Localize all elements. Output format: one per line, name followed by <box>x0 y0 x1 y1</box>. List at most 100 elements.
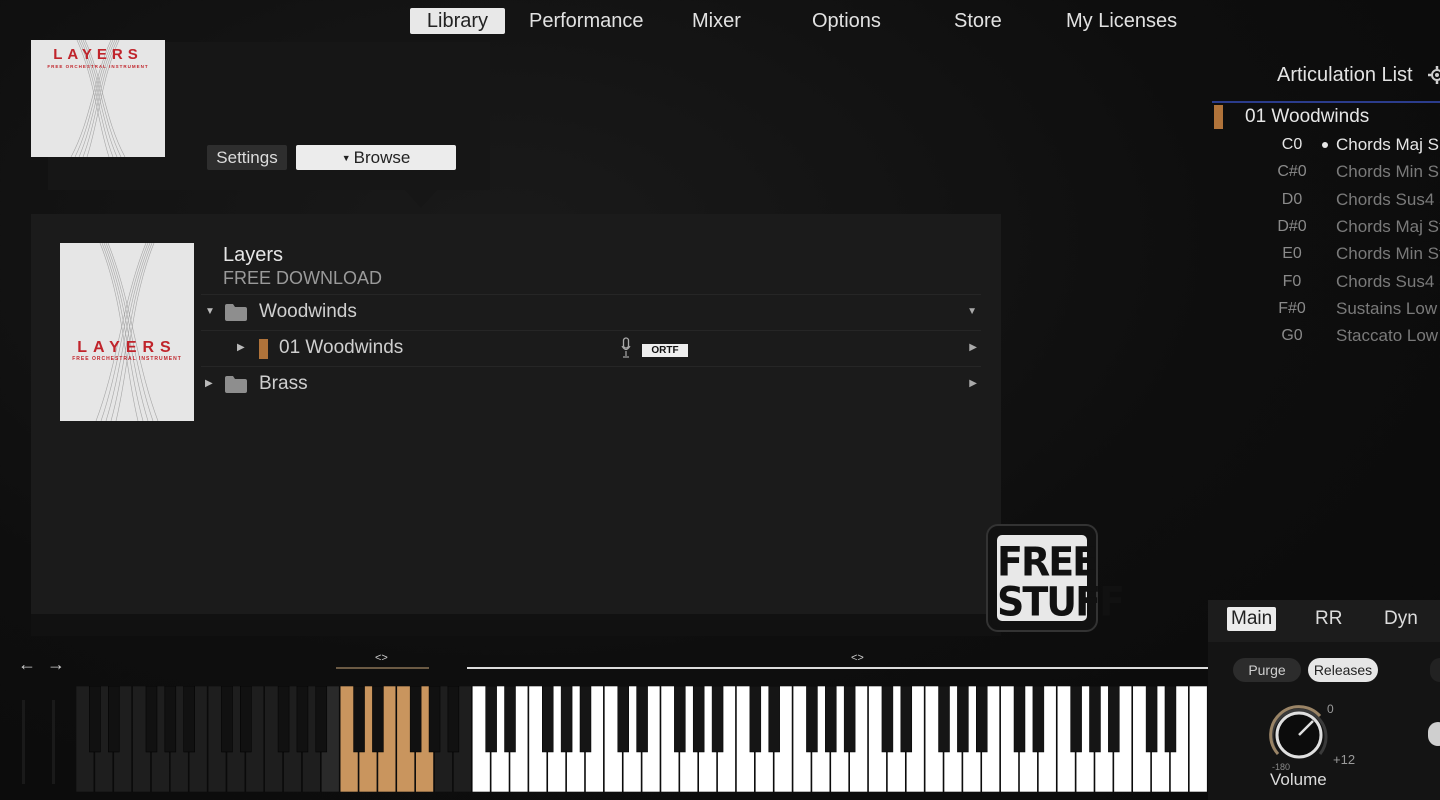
playable-range-bar[interactable] <box>467 667 1209 669</box>
library-cover-thumbnail[interactable]: LAYERS FREE ORCHESTRAL INSTRUMENT <box>31 40 165 157</box>
black-key[interactable] <box>428 686 441 753</box>
tab-store[interactable]: Store <box>940 8 1016 34</box>
instrument-row-01-woodwinds[interactable]: ▶ 01 Woodwinds ORTF ▶ <box>201 330 981 366</box>
microphone-icon[interactable] <box>621 337 631 359</box>
folder-row-brass[interactable]: ▶ Brass ▶ <box>201 366 981 402</box>
black-key[interactable] <box>768 686 780 753</box>
black-key[interactable] <box>579 686 592 753</box>
black-key[interactable] <box>353 686 365 753</box>
keyswitch-range-bar[interactable] <box>336 667 429 669</box>
chevron-right-icon[interactable]: ▶ <box>969 378 977 389</box>
tab-rr[interactable]: RR <box>1311 607 1346 631</box>
instrument-color-swatch <box>1214 105 1223 129</box>
articulation-group-woodwinds[interactable]: 01 Woodwinds <box>1212 104 1440 132</box>
piano-keyboard[interactable] <box>76 686 1208 792</box>
black-key[interactable] <box>976 686 988 753</box>
black-key[interactable] <box>636 686 648 753</box>
settings-button[interactable]: Settings <box>207 145 287 170</box>
articulation-divider <box>1212 101 1440 103</box>
chevron-right-icon[interactable]: ▶ <box>969 342 977 353</box>
arrow-left-icon[interactable]: ← <box>18 654 42 675</box>
black-key[interactable] <box>221 686 233 753</box>
black-key[interactable] <box>542 686 554 753</box>
mod-wheel-slider[interactable] <box>52 700 55 784</box>
tab-dyn[interactable]: Dyn <box>1380 607 1422 631</box>
black-key[interactable] <box>711 686 724 753</box>
black-key[interactable] <box>957 686 969 753</box>
browse-button[interactable]: ▼ Browse <box>296 145 456 170</box>
articulation-item[interactable]: F#0 Sustains Low <box>1270 297 1440 323</box>
black-key[interactable] <box>296 686 309 753</box>
black-key[interactable] <box>1032 686 1045 753</box>
instrument-label: 01 Woodwinds <box>279 337 404 358</box>
expand-caret-icon[interactable]: ▶ <box>205 378 213 389</box>
black-key[interactable] <box>900 686 913 753</box>
side-toggle[interactable] <box>1430 658 1440 682</box>
black-key[interactable] <box>315 686 328 753</box>
tab-my-licenses[interactable]: My Licenses <box>1052 8 1191 34</box>
tab-performance[interactable]: Performance <box>515 8 658 34</box>
black-key[interactable] <box>409 686 422 753</box>
side-toggle[interactable] <box>1428 722 1440 746</box>
library-cover-large[interactable]: LAYERS FREE ORCHESTRAL INSTRUMENT <box>60 243 194 421</box>
black-key[interactable] <box>825 686 837 753</box>
black-key[interactable] <box>277 686 290 753</box>
articulation-item[interactable]: D#0 Chords Maj Sta <box>1270 215 1440 241</box>
black-key[interactable] <box>938 686 950 753</box>
instrument-color-swatch <box>259 339 268 359</box>
articulation-item[interactable]: C#0 Chords Min Sus <box>1270 160 1440 186</box>
black-key[interactable] <box>843 686 856 753</box>
black-key[interactable] <box>145 686 158 753</box>
black-key[interactable] <box>692 686 705 753</box>
expand-caret-icon[interactable]: ▶ <box>237 342 245 353</box>
volume-knob[interactable] <box>1266 702 1332 768</box>
tab-library[interactable]: Library <box>410 8 505 34</box>
keyswitch-range-handle[interactable]: <> <box>375 652 388 664</box>
black-key[interactable] <box>881 686 894 753</box>
black-key[interactable] <box>617 686 629 753</box>
pitch-bend-slider[interactable] <box>22 700 25 784</box>
tab-mixer[interactable]: Mixer <box>678 8 755 34</box>
black-key[interactable] <box>749 686 762 753</box>
black-key[interactable] <box>240 686 252 753</box>
purge-button[interactable]: Purge <box>1233 658 1301 682</box>
folder-row-woodwinds[interactable]: ▼ Woodwinds ▼ <box>201 294 981 330</box>
chevron-down-icon[interactable]: ▼ <box>967 306 977 317</box>
black-key[interactable] <box>485 686 497 753</box>
articulation-item[interactable]: G0 Staccato Low <box>1270 324 1440 350</box>
black-key[interactable] <box>89 686 101 753</box>
black-key[interactable] <box>1108 686 1120 753</box>
articulation-item[interactable]: F0 Chords Sus4 Sta <box>1270 270 1440 296</box>
white-key[interactable] <box>1189 686 1208 792</box>
black-key[interactable] <box>1013 686 1026 753</box>
black-key[interactable] <box>107 686 120 753</box>
black-key[interactable] <box>1145 686 1158 753</box>
black-key[interactable] <box>1089 686 1101 753</box>
folder-label: Woodwinds <box>259 301 357 322</box>
tab-main[interactable]: Main <box>1227 607 1277 631</box>
articulation-item[interactable]: D0 Chords Sus4 Sus <box>1270 188 1440 214</box>
gear-icon[interactable] <box>1428 66 1440 84</box>
black-key[interactable] <box>504 686 516 753</box>
playable-range-handle[interactable]: <> <box>851 652 864 664</box>
articulation-key: C#0 <box>1277 163 1307 181</box>
arrow-right-icon[interactable]: → <box>47 654 71 675</box>
black-key[interactable] <box>674 686 686 753</box>
tab-options[interactable]: Options <box>798 8 895 34</box>
articulation-item[interactable]: C0 Chords Maj Sus <box>1270 133 1440 159</box>
mic-position-badge[interactable]: ORTF <box>642 344 688 357</box>
articulation-key: D#0 <box>1277 217 1307 235</box>
black-key[interactable] <box>372 686 384 753</box>
releases-toggle[interactable]: Releases <box>1308 658 1378 682</box>
black-key[interactable] <box>447 686 460 753</box>
library-name: Layers <box>223 244 284 266</box>
black-key[interactable] <box>164 686 177 753</box>
black-key[interactable] <box>1070 686 1082 753</box>
articulation-item[interactable]: E0 Chords Min Sta <box>1270 242 1440 268</box>
black-key[interactable] <box>806 686 818 753</box>
expand-caret-icon[interactable]: ▼ <box>205 306 215 317</box>
black-key[interactable] <box>1164 686 1177 753</box>
black-key[interactable] <box>183 686 195 753</box>
cover-subtitle: FREE ORCHESTRAL INSTRUMENT <box>72 356 182 362</box>
black-key[interactable] <box>560 686 573 753</box>
